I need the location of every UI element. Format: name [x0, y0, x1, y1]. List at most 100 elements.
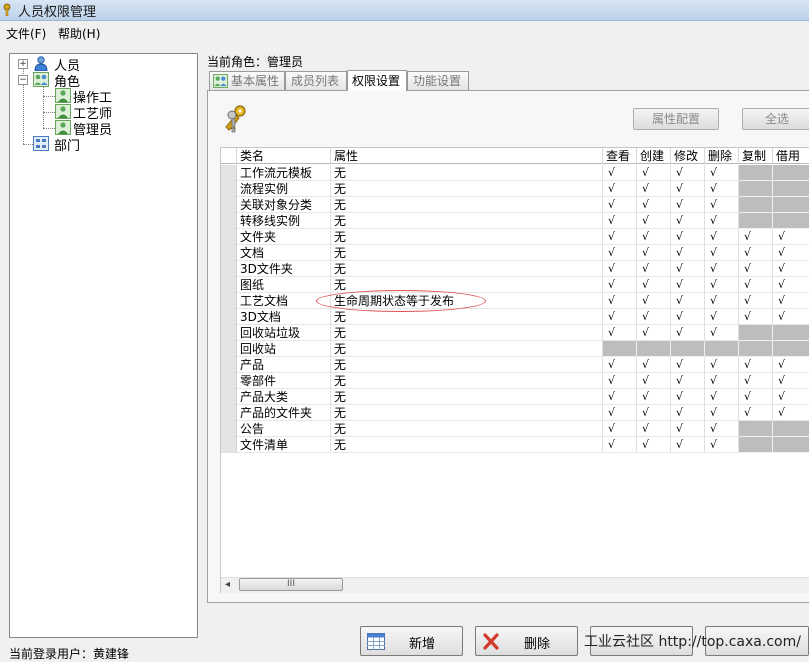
permission-checkbox[interactable]: √: [603, 165, 637, 181]
permission-checkbox[interactable]: √: [739, 245, 773, 261]
row-selector[interactable]: [221, 165, 237, 181]
permission-checkbox[interactable]: √: [773, 277, 809, 293]
tab-basic-attributes[interactable]: 基本属性: [209, 71, 285, 90]
cell-attribute[interactable]: 无: [331, 213, 603, 229]
permission-checkbox[interactable]: √: [637, 389, 671, 405]
column-header[interactable]: 创建: [637, 148, 671, 164]
permission-checkbox[interactable]: √: [739, 293, 773, 309]
permission-checkbox[interactable]: √: [773, 293, 809, 309]
permission-checkbox[interactable]: √: [637, 293, 671, 309]
permission-checkbox[interactable]: √: [603, 197, 637, 213]
permission-grid[interactable]: 类名 属性 查看 创建 修改 删除 复制 借用 工作流元模板无 √ √ √ √ 流程实例无…: [220, 147, 809, 593]
cell-attribute[interactable]: 无: [331, 389, 603, 405]
permission-checkbox[interactable]: √: [637, 213, 671, 229]
collapse-roles-toggle[interactable]: −: [18, 75, 28, 85]
permission-checkbox[interactable]: √: [671, 373, 705, 389]
row-selector[interactable]: [221, 277, 237, 293]
permission-checkbox[interactable]: √: [739, 261, 773, 277]
permission-checkbox[interactable]: √: [671, 277, 705, 293]
permission-checkbox[interactable]: √: [603, 261, 637, 277]
row-selector[interactable]: [221, 229, 237, 245]
permission-checkbox[interactable]: √: [671, 261, 705, 277]
row-selector[interactable]: [221, 309, 237, 325]
permission-checkbox[interactable]: √: [739, 357, 773, 373]
permission-checkbox[interactable]: √: [671, 197, 705, 213]
scrollbar-thumb[interactable]: III: [239, 578, 343, 591]
permission-checkbox[interactable]: √: [671, 213, 705, 229]
delete-button[interactable]: 删除: [475, 626, 578, 656]
select-all-button[interactable]: 全选: [742, 108, 809, 130]
cell-attribute[interactable]: 无: [331, 437, 603, 453]
permission-checkbox[interactable]: √: [773, 405, 809, 421]
cell-class-name[interactable]: 图纸: [237, 277, 331, 293]
permission-checkbox[interactable]: √: [773, 261, 809, 277]
row-selector[interactable]: [221, 181, 237, 197]
row-selector[interactable]: [221, 373, 237, 389]
permission-checkbox[interactable]: √: [603, 437, 637, 453]
permission-checkbox[interactable]: √: [739, 373, 773, 389]
cell-attribute[interactable]: 无: [331, 229, 603, 245]
permission-checkbox[interactable]: √: [739, 309, 773, 325]
permission-checkbox[interactable]: √: [603, 277, 637, 293]
permission-checkbox[interactable]: √: [739, 229, 773, 245]
cell-attribute[interactable]: 无: [331, 421, 603, 437]
permission-checkbox[interactable]: √: [671, 309, 705, 325]
permission-checkbox[interactable]: √: [603, 405, 637, 421]
permission-checkbox[interactable]: √: [739, 389, 773, 405]
cell-attribute[interactable]: 无: [331, 341, 603, 357]
permission-checkbox[interactable]: √: [671, 389, 705, 405]
cell-class-name[interactable]: 零部件: [237, 373, 331, 389]
scroll-left-arrow-icon[interactable]: ◂: [225, 579, 230, 590]
cell-attribute[interactable]: 无: [331, 261, 603, 277]
cell-attribute[interactable]: 无: [331, 245, 603, 261]
permission-checkbox[interactable]: √: [671, 181, 705, 197]
permission-checkbox[interactable]: √: [603, 181, 637, 197]
permission-checkbox[interactable]: √: [705, 213, 739, 229]
cell-class-name[interactable]: 3D文档: [237, 309, 331, 325]
permission-checkbox[interactable]: √: [705, 181, 739, 197]
permission-checkbox[interactable]: √: [671, 325, 705, 341]
permission-checkbox[interactable]: √: [637, 245, 671, 261]
cell-class-name[interactable]: 产品的文件夹: [237, 405, 331, 421]
cell-attribute[interactable]: 无: [331, 357, 603, 373]
cell-attribute[interactable]: 无: [331, 325, 603, 341]
permission-checkbox[interactable]: √: [671, 405, 705, 421]
cell-class-name[interactable]: 文件夹: [237, 229, 331, 245]
permission-checkbox[interactable]: √: [671, 437, 705, 453]
cell-attribute[interactable]: 无: [331, 197, 603, 213]
permission-checkbox[interactable]: √: [773, 309, 809, 325]
permission-checkbox[interactable]: √: [705, 197, 739, 213]
permission-checkbox[interactable]: √: [705, 229, 739, 245]
row-selector[interactable]: [221, 293, 237, 309]
permission-checkbox[interactable]: √: [705, 277, 739, 293]
permission-checkbox[interactable]: √: [705, 437, 739, 453]
cell-class-name[interactable]: 3D文件夹: [237, 261, 331, 277]
row-selector[interactable]: [221, 245, 237, 261]
permission-checkbox[interactable]: √: [603, 389, 637, 405]
column-header[interactable]: 修改: [671, 148, 705, 164]
permission-checkbox[interactable]: √: [637, 229, 671, 245]
column-header[interactable]: 查看: [603, 148, 637, 164]
cell-class-name[interactable]: 流程实例: [237, 181, 331, 197]
permission-checkbox[interactable]: √: [705, 357, 739, 373]
permission-checkbox[interactable]: √: [705, 373, 739, 389]
permission-checkbox[interactable]: √: [637, 309, 671, 325]
permission-checkbox[interactable]: √: [671, 229, 705, 245]
column-header[interactable]: 删除: [705, 148, 739, 164]
permission-checkbox[interactable]: √: [705, 421, 739, 437]
permission-checkbox[interactable]: √: [637, 165, 671, 181]
permission-checkbox[interactable]: √: [603, 421, 637, 437]
cell-attribute[interactable]: 无: [331, 181, 603, 197]
cell-class-name[interactable]: 工作流元模板: [237, 165, 331, 181]
column-header[interactable]: 属性: [331, 148, 603, 164]
row-selector[interactable]: [221, 197, 237, 213]
permission-checkbox[interactable]: √: [671, 165, 705, 181]
add-button[interactable]: 新增: [360, 626, 463, 656]
permission-checkbox[interactable]: √: [705, 389, 739, 405]
permission-checkbox[interactable]: √: [637, 421, 671, 437]
permission-checkbox[interactable]: √: [705, 405, 739, 421]
cell-class-name[interactable]: 公告: [237, 421, 331, 437]
row-selector[interactable]: [221, 437, 237, 453]
tree-item-department[interactable]: 部门: [54, 135, 80, 154]
cell-class-name[interactable]: 文件清单: [237, 437, 331, 453]
